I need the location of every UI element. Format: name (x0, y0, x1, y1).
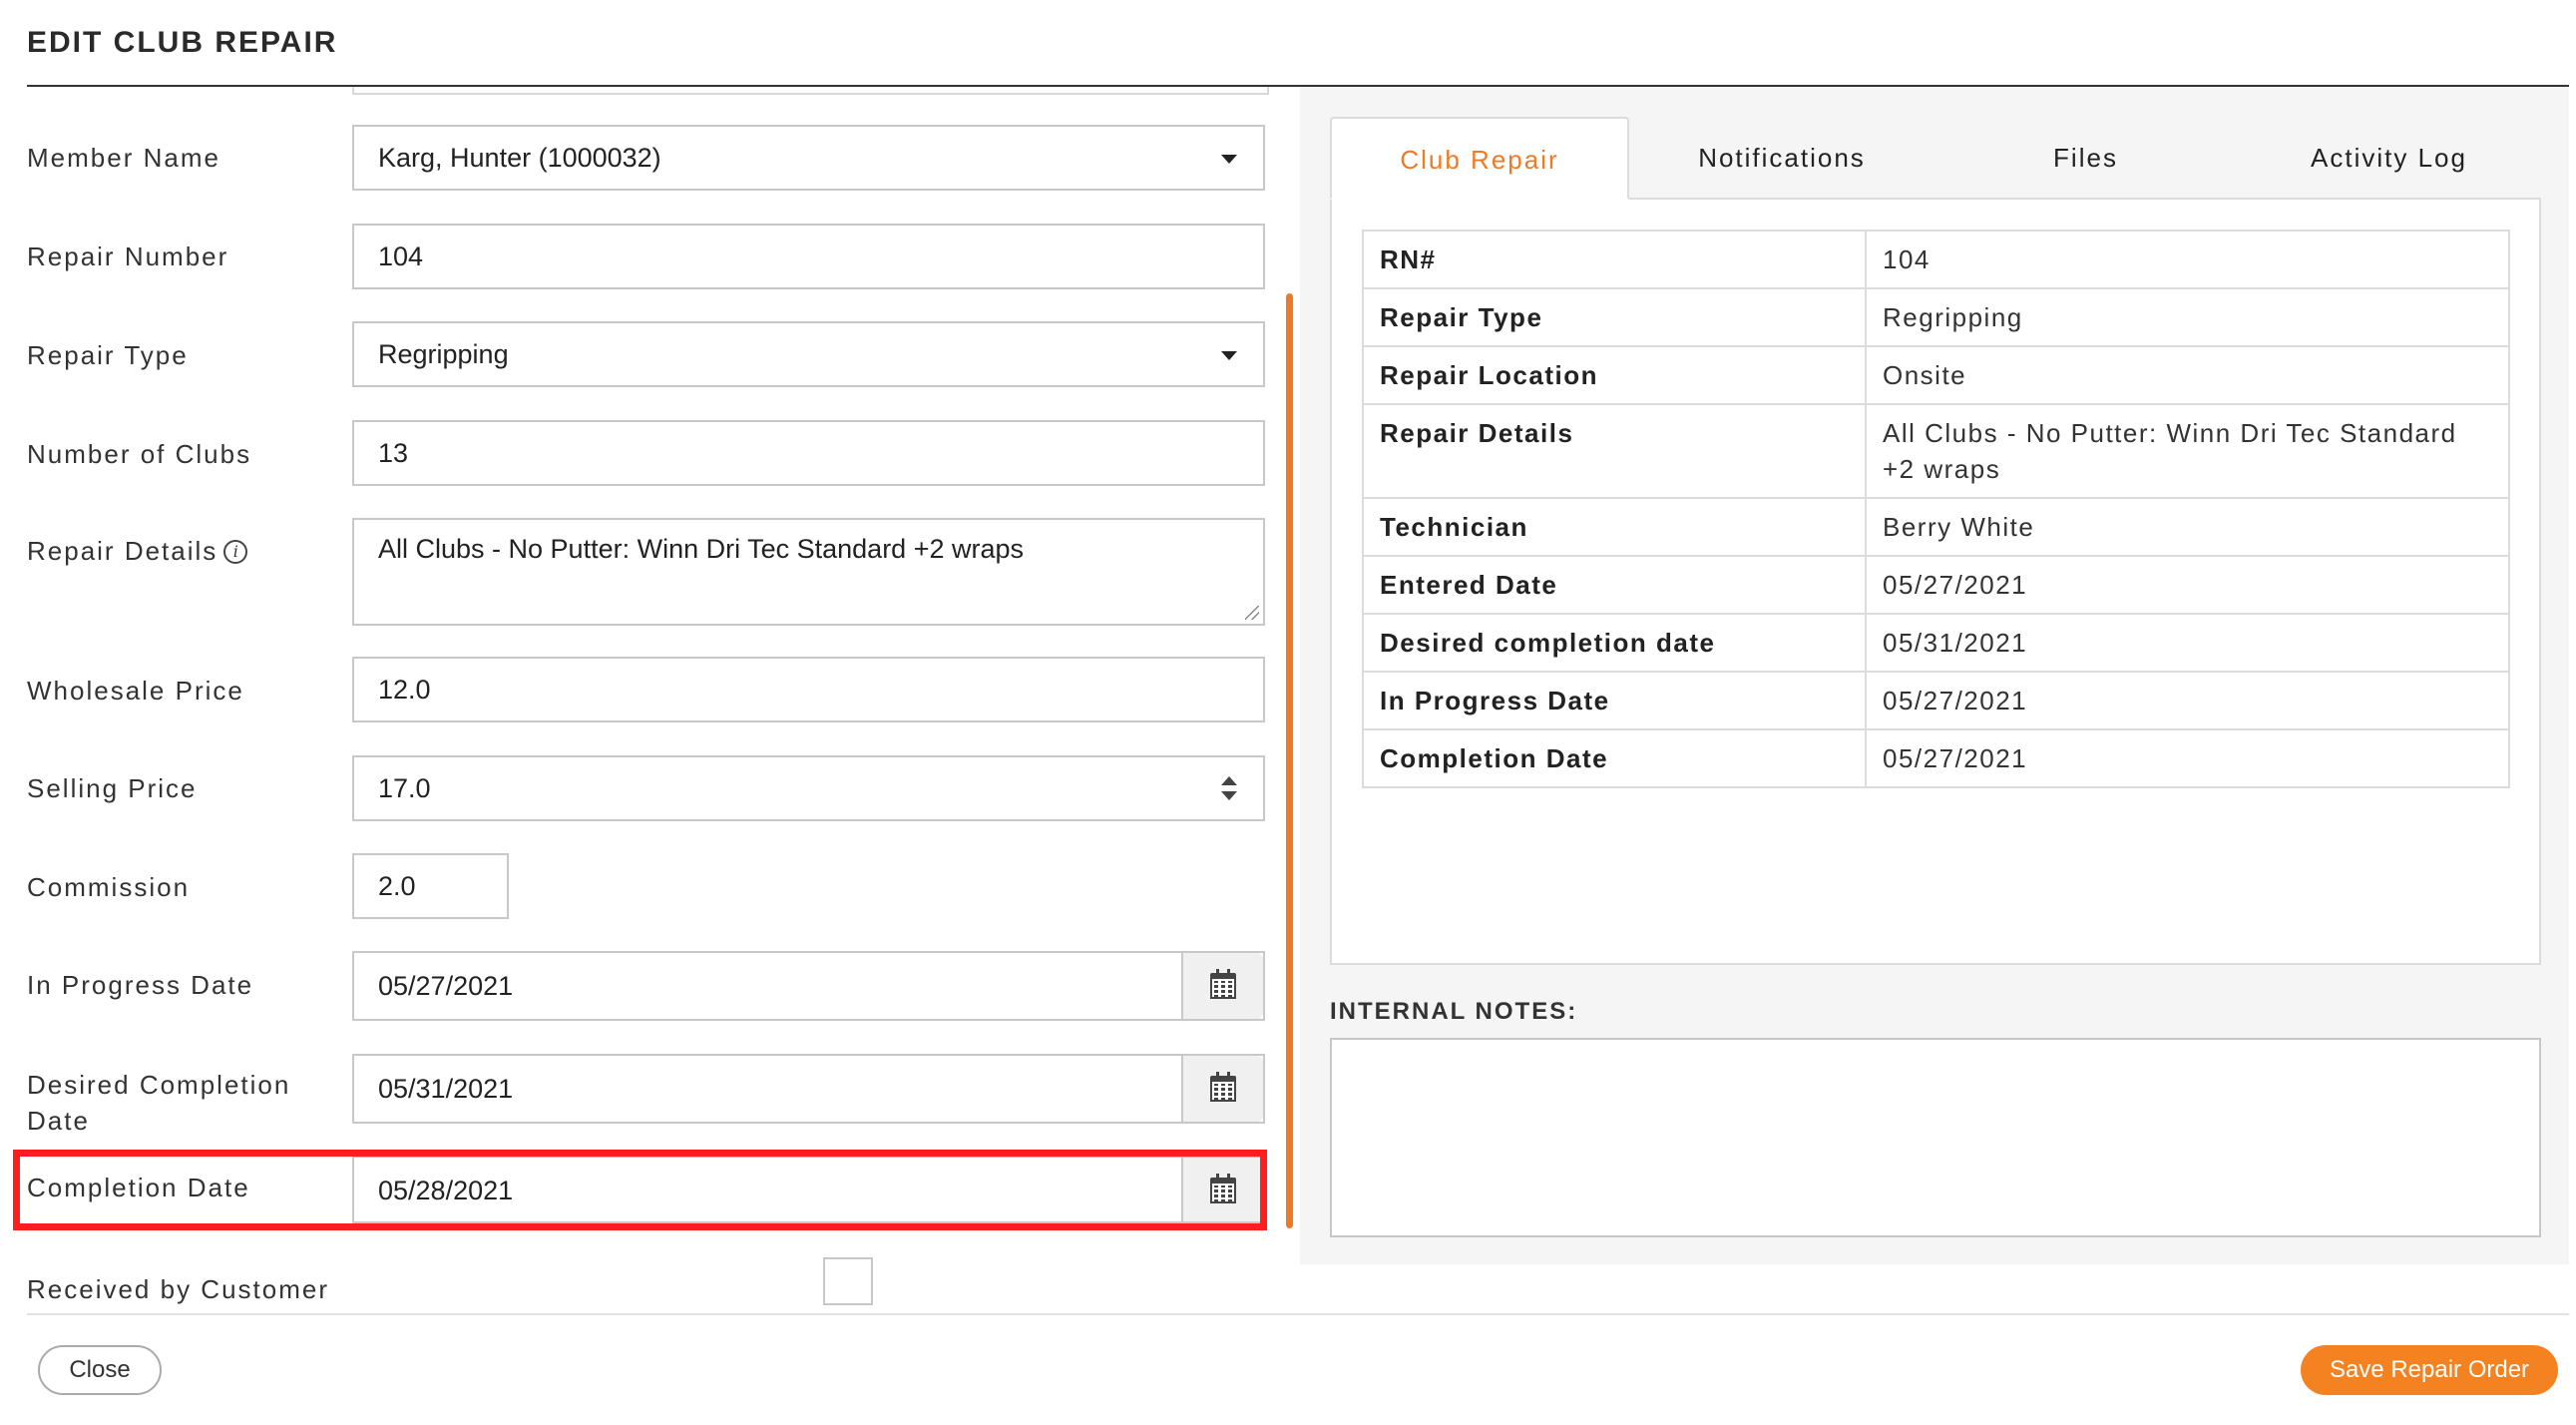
repair-summary-table: RN# 104 Repair Type Regripping Repair Loca… (1362, 230, 2510, 788)
calendar-icon (1210, 1072, 1236, 1102)
summary-key: Repair Details (1362, 403, 1867, 499)
repair-type-value: Regripping (378, 339, 509, 369)
repair-type-label: Repair Type (27, 340, 189, 370)
repair-number-value: 104 (378, 241, 424, 271)
table-row: RN# 104 (1362, 230, 2510, 289)
completion-date-highlight (13, 1150, 1267, 1230)
received-by-customer-label: Received by Customer (27, 1274, 329, 1304)
summary-value: Regripping (1865, 287, 2510, 347)
summary-key: Repair Location (1362, 345, 1867, 405)
received-by-customer-checkbox[interactable] (823, 1257, 873, 1305)
summary-key: Desired completion date (1362, 613, 1867, 673)
summary-value: 05/27/2021 (1865, 728, 2510, 788)
desired-completion-date-input[interactable]: 05/31/2021 (352, 1054, 1265, 1124)
number-of-clubs-value: 13 (378, 438, 409, 468)
chevron-down-icon (1221, 351, 1237, 360)
summary-key: Repair Type (1362, 287, 1867, 347)
tab-bar: Club Repair Notifications Files Activity… (1330, 117, 2541, 200)
summary-key: Technician (1362, 497, 1867, 557)
table-row: Entered Date 05/27/2021 (1362, 555, 2510, 615)
summary-value: 104 (1865, 230, 2510, 289)
resize-handle-icon[interactable] (1245, 606, 1259, 620)
repair-details-value: All Clubs - No Putter: Winn Dri Tec Stan… (378, 534, 1025, 564)
table-row: Repair Location Onsite (1362, 345, 2510, 405)
number-spinner-icon[interactable] (1221, 774, 1237, 804)
number-of-clubs-label: Number of Clubs (27, 439, 252, 469)
member-name-value: Karg, Hunter (1000032) (378, 143, 661, 173)
summary-value: 05/27/2021 (1865, 555, 2510, 615)
table-row: Completion Date 05/27/2021 (1362, 728, 2510, 788)
repair-type-select[interactable]: Regripping (352, 321, 1265, 387)
table-row: Repair Details All Clubs - No Putter: Win… (1362, 403, 2510, 499)
in-progress-date-label: In Progress Date (27, 970, 254, 1000)
save-repair-order-button[interactable]: Save Repair Order (2301, 1345, 2558, 1395)
tab-files[interactable]: Files (1934, 117, 2237, 200)
internal-notes-label: INTERNAL NOTES: (1330, 998, 1578, 1025)
repair-number-label: Repair Number (27, 241, 229, 271)
chevron-down-icon (1221, 155, 1237, 164)
tab-notifications[interactable]: Notifications (1629, 117, 1934, 200)
calendar-icon (1210, 969, 1236, 999)
close-button[interactable]: Close (38, 1345, 162, 1395)
selling-price-value: 17.0 (378, 773, 431, 803)
summary-value: Berry White (1865, 497, 2510, 557)
summary-value: Onsite (1865, 345, 2510, 405)
table-row: In Progress Date 05/27/2021 (1362, 671, 2510, 730)
repair-details-textarea[interactable]: All Clubs - No Putter: Winn Dri Tec Stan… (352, 518, 1265, 626)
internal-notes-textarea[interactable] (1330, 1038, 2541, 1237)
summary-key: Completion Date (1362, 728, 1867, 788)
in-progress-date-value: 05/27/2021 (378, 971, 514, 1001)
info-icon[interactable]: i (223, 540, 248, 564)
desired-completion-date-picker-button[interactable] (1181, 1056, 1263, 1122)
desired-completion-date-value: 05/31/2021 (378, 1074, 514, 1104)
summary-key: In Progress Date (1362, 671, 1867, 730)
scrolled-field-edge (352, 87, 1269, 95)
number-of-clubs-input[interactable]: 13 (352, 420, 1265, 486)
footer-divider (27, 1313, 2569, 1315)
tab-club-repair[interactable]: Club Repair (1330, 117, 1629, 200)
form-scrollbar[interactable] (1286, 293, 1293, 1228)
commission-value: 2.0 (378, 871, 416, 901)
in-progress-date-input[interactable]: 05/27/2021 (352, 951, 1265, 1021)
selling-price-label: Selling Price (27, 773, 198, 803)
repair-details-label: Repair Details i (27, 533, 248, 569)
summary-value: All Clubs - No Putter: Winn Dri Tec Stan… (1865, 403, 2510, 499)
summary-key: Entered Date (1362, 555, 1867, 615)
table-row: Technician Berry White (1362, 497, 2510, 557)
summary-value: 05/27/2021 (1865, 671, 2510, 730)
repair-details-label-text: Repair Details (27, 536, 218, 566)
dialog-title: EDIT CLUB REPAIR (27, 26, 338, 59)
commission-label: Commission (27, 872, 191, 902)
member-name-select[interactable]: Karg, Hunter (1000032) (352, 125, 1265, 191)
summary-value: 05/31/2021 (1865, 613, 2510, 673)
desired-completion-date-label-line1: Desired Completion (27, 1070, 291, 1100)
summary-key: RN# (1362, 230, 1867, 289)
selling-price-input[interactable]: 17.0 (352, 755, 1265, 821)
desired-completion-date-label-line2: Date (27, 1106, 90, 1136)
member-name-label: Member Name (27, 143, 220, 173)
in-progress-date-picker-button[interactable] (1181, 953, 1263, 1019)
wholesale-price-value: 12.0 (378, 675, 431, 705)
wholesale-price-label: Wholesale Price (27, 676, 244, 706)
tab-activity-log[interactable]: Activity Log (2237, 117, 2541, 200)
table-row: Desired completion date 05/31/2021 (1362, 613, 2510, 673)
desired-completion-date-label: Desired Completion Date (27, 1067, 290, 1139)
wholesale-price-input[interactable]: 12.0 (352, 657, 1265, 722)
repair-number-input[interactable]: 104 (352, 224, 1265, 289)
table-row: Repair Type Regripping (1362, 287, 2510, 347)
commission-input[interactable]: 2.0 (352, 853, 509, 919)
